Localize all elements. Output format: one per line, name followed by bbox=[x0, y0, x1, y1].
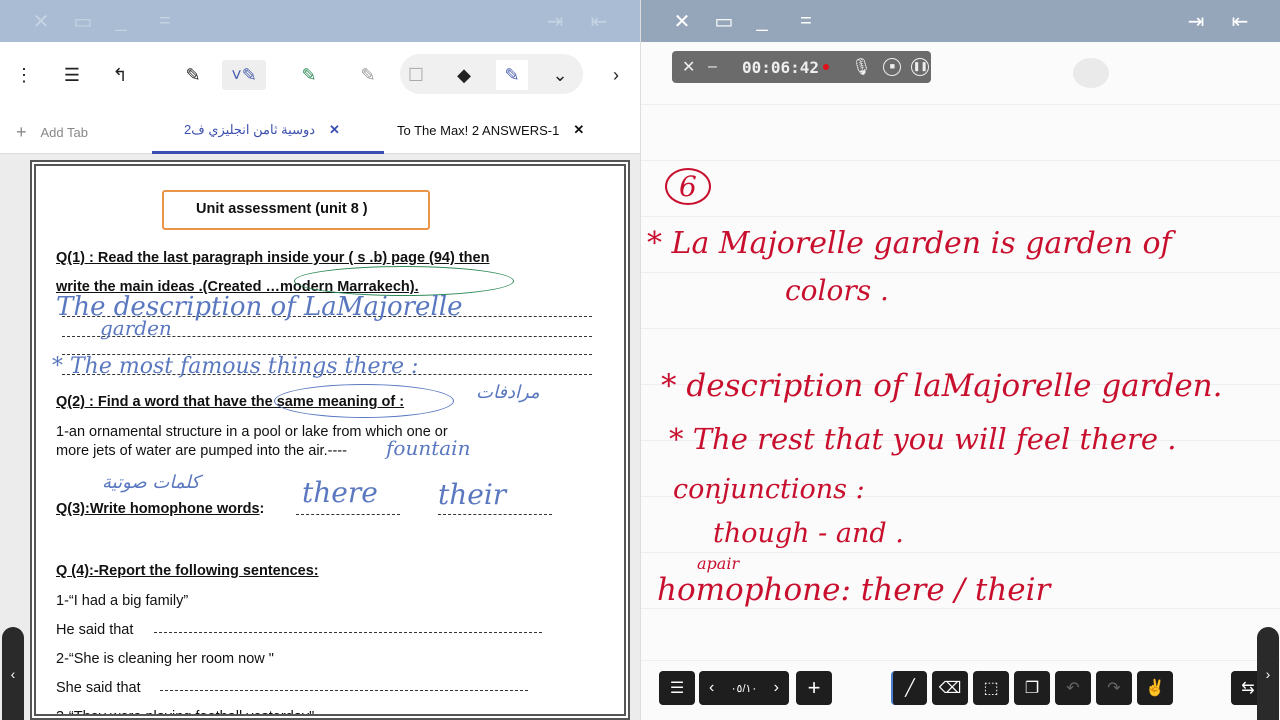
add-tab-button[interactable]: + Add Tab bbox=[16, 122, 88, 143]
sentence-1: 1-“I had a big family” bbox=[56, 593, 189, 609]
pause-icon[interactable]: ❚❚ bbox=[911, 58, 930, 76]
select-tool-button[interactable]: ⬚ bbox=[973, 671, 1009, 705]
recording-dot-icon bbox=[823, 64, 830, 70]
minimize-icon[interactable]: _ bbox=[749, 8, 775, 34]
undo-icon: ↶ bbox=[1066, 680, 1080, 697]
plus-icon: + bbox=[807, 675, 821, 700]
page-list-button[interactable]: ☰ bbox=[659, 671, 695, 705]
close-tab-icon[interactable]: ✕ bbox=[573, 122, 584, 138]
chevron-right-icon[interactable]: › bbox=[600, 60, 632, 90]
more-icon[interactable]: ⋮ bbox=[8, 60, 40, 90]
undo-button[interactable]: ↶ bbox=[1055, 671, 1091, 705]
pen-green-icon[interactable]: ✎ bbox=[293, 60, 325, 90]
left-scroll-handle[interactable]: ‹ bbox=[2, 627, 24, 720]
handwriting: garden bbox=[100, 316, 172, 340]
question-1-line1: Q(1) : Read the last paragraph inside yo… bbox=[56, 250, 490, 266]
handwriting: * description of laMajorelle garden. bbox=[661, 368, 1223, 404]
screen-recorder-bar: ✕ – 00:06:42 🎙 ■ ❚❚ bbox=[672, 51, 931, 83]
handwriting: * La Majorelle garden is garden of bbox=[647, 226, 1172, 261]
prev-page-icon[interactable]: ‹ bbox=[709, 679, 714, 697]
worksheet-title: Unit assessment (unit 8 ) bbox=[196, 201, 368, 217]
microphone-icon[interactable]: 🎙 bbox=[851, 57, 871, 77]
handwriting: conjunctions : bbox=[673, 474, 865, 505]
pen-black-icon[interactable]: ✎ bbox=[177, 60, 209, 90]
question-2-definition-line2: more jets of water are pumped into the a… bbox=[56, 443, 347, 459]
menu-icon[interactable]: = bbox=[152, 8, 178, 34]
handwriting: 6 bbox=[665, 168, 711, 205]
redo-icon: ↷ bbox=[1107, 680, 1121, 697]
menu-icon[interactable]: = bbox=[793, 8, 819, 34]
tab-bar: + Add Tab دوسية ثامن انجليزي ف2 ✕ To The M… bbox=[0, 108, 640, 154]
handwriting: their bbox=[438, 478, 507, 511]
sentence-2: 2-“She is cleaning her room now " bbox=[56, 651, 274, 667]
tab-answers[interactable]: To The Max! 2 ANSWERS-1 ✕ bbox=[397, 122, 584, 138]
handwriting: * The most famous things there : bbox=[52, 354, 419, 379]
question-4: Q (4):-Report the following sentences: bbox=[56, 563, 319, 579]
hand-gesture-icon: ✌ bbox=[1145, 680, 1165, 697]
pen-blue-icon[interactable]: ˅✎ bbox=[222, 60, 266, 90]
select-icon: ⬚ bbox=[983, 680, 999, 697]
pen-active-icon[interactable]: ✎ bbox=[496, 60, 528, 90]
handwriting: colors . bbox=[785, 274, 889, 307]
question-3: Q(3):Write homophone words: bbox=[56, 501, 265, 517]
shapes-icon: ❐ bbox=[1024, 680, 1040, 697]
pen-tool-button[interactable]: ╱ bbox=[891, 671, 927, 705]
dock-right-icon[interactable]: ⇥ bbox=[1183, 8, 1209, 34]
dock-left-icon[interactable]: ⇤ bbox=[586, 8, 612, 34]
minimize-icon[interactable]: _ bbox=[108, 8, 134, 34]
undo-icon[interactable]: ↰ bbox=[104, 60, 136, 90]
recording-timer: 00:06:42 bbox=[742, 57, 820, 77]
shape-tool-button[interactable]: ❐ bbox=[1014, 671, 1050, 705]
window-icon[interactable]: ▭ bbox=[70, 8, 96, 34]
sentence-2-answer: She said that bbox=[56, 680, 141, 696]
blue-circle-annotation bbox=[274, 384, 454, 418]
shape-icon[interactable]: ☐ bbox=[400, 60, 432, 90]
close-icon[interactable]: ✕ bbox=[669, 8, 695, 34]
sentence-1-answer: He said that bbox=[56, 622, 134, 638]
window-icon[interactable]: ▭ bbox=[711, 8, 737, 34]
handwriting: apair bbox=[697, 554, 740, 573]
stop-icon[interactable]: ■ bbox=[883, 58, 902, 76]
list-icon: ☰ bbox=[669, 680, 685, 697]
page-navigator: ‹ ٠٥/١٠ › bbox=[699, 671, 789, 705]
close-icon[interactable]: ✕ bbox=[28, 8, 54, 34]
dock-left-icon[interactable]: ⇤ bbox=[1227, 8, 1253, 34]
handwriting: though - and . bbox=[713, 518, 904, 549]
eraser-tool-button[interactable]: ⌫ bbox=[932, 671, 968, 705]
sentence-3: 3-“They were playing football yesterday" bbox=[56, 709, 315, 720]
tab-arabic-doc[interactable]: دوسية ثامن انجليزي ف2 ✕ bbox=[184, 122, 340, 138]
handwriting: كلمات صوتية bbox=[102, 472, 200, 493]
active-tab-indicator bbox=[152, 151, 384, 154]
handwriting: مرادفات bbox=[476, 382, 540, 403]
left-pane: ✕ ▭ _ = ⇥ ⇤ ⋮ ☰ ↰ ✎ ˅✎ ✎ ✎ ☐ ◆ ✎ ⌄ › + Ad… bbox=[0, 0, 640, 720]
handwriting: there bbox=[302, 476, 378, 509]
right-pane: ✕ ▭ _ = ⇥ ⇤ ✕ – 00:06:42 🎙 ■ ❚❚ 6 * La M… bbox=[640, 0, 1280, 720]
next-page-icon[interactable]: › bbox=[774, 679, 779, 697]
handwriting: * The rest that you will feel there . bbox=[669, 422, 1177, 456]
handwriting: homophone: there / their bbox=[657, 572, 1051, 608]
page-indicator: ٠٥/١٠ bbox=[730, 682, 758, 695]
left-titlebar: ✕ ▭ _ = ⇥ ⇤ bbox=[0, 0, 640, 42]
pen-icon: ╱ bbox=[905, 680, 915, 697]
minimize-icon[interactable]: – bbox=[708, 58, 728, 76]
add-page-button[interactable]: + bbox=[796, 671, 832, 705]
close-tab-icon[interactable]: ✕ bbox=[329, 122, 340, 138]
pen-cursor-indicator bbox=[1073, 58, 1109, 88]
swap-icon: ⇆ bbox=[1241, 680, 1255, 697]
eraser-icon: ⌫ bbox=[938, 680, 962, 697]
document-page: Unit assessment (unit 8 ) Q(1) : Read th… bbox=[30, 160, 630, 720]
right-scroll-handle[interactable]: › bbox=[1257, 627, 1279, 720]
redo-button[interactable]: ↷ bbox=[1096, 671, 1132, 705]
pen-lock-icon[interactable]: ☰ bbox=[56, 60, 88, 90]
eraser-icon[interactable]: ◆ bbox=[448, 60, 480, 90]
touch-gesture-button[interactable]: ✌ bbox=[1137, 671, 1173, 705]
pencil-gray-icon[interactable]: ✎ bbox=[352, 60, 384, 90]
right-titlebar: ✕ ▭ _ = ⇥ ⇤ bbox=[641, 0, 1280, 42]
close-icon[interactable]: ✕ bbox=[682, 57, 702, 77]
dock-right-icon[interactable]: ⇥ bbox=[542, 8, 568, 34]
chevron-down-icon[interactable]: ⌄ bbox=[544, 60, 576, 90]
handwriting: fountain bbox=[386, 436, 471, 460]
plus-icon: + bbox=[16, 122, 27, 142]
